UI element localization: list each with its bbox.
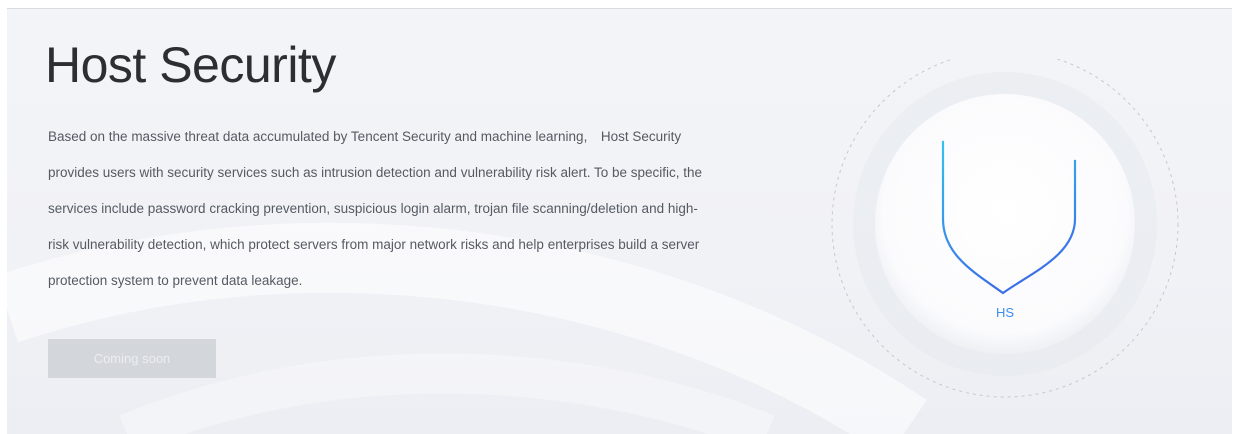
emblem-label: HS: [996, 305, 1014, 320]
page-title: Host Security: [45, 37, 336, 93]
coming-soon-button[interactable]: Coming soon: [48, 339, 216, 378]
product-description: Based on the massive threat data accumul…: [48, 129, 703, 288]
host-security-emblem: HS: [831, 59, 1179, 398]
product-banner: Host Security Based on the massive threa…: [7, 8, 1232, 434]
